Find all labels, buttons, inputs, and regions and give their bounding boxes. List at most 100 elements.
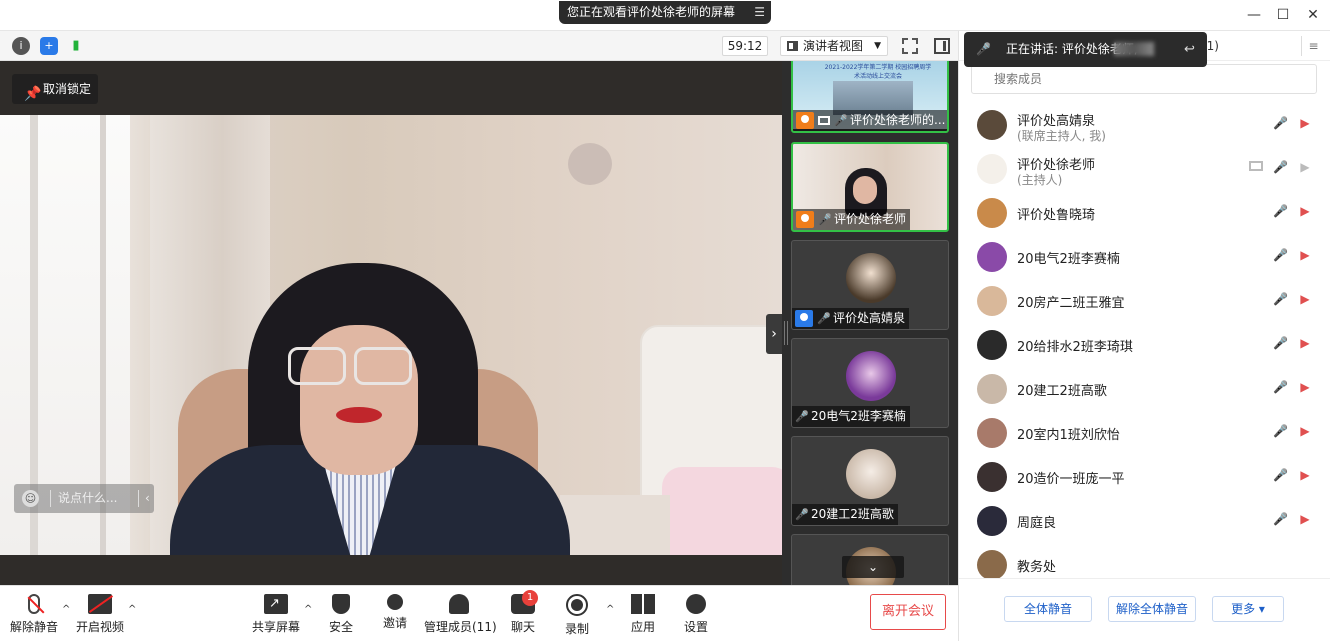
view-mode-select[interactable]: 演讲者视图 ▼ (780, 36, 888, 56)
panel-menu-icon[interactable]: ≡ (1301, 36, 1325, 56)
fullscreen-icon[interactable] (902, 38, 918, 54)
collapse-gallery-icon[interactable]: › (766, 314, 782, 354)
camera-off-icon[interactable]: ▶ (1297, 468, 1313, 482)
member-row[interactable]: 20建工2班高歌 🎤 ▶ (959, 367, 1330, 411)
collapse-chat-icon[interactable]: ‹ (145, 484, 150, 513)
divider (50, 490, 51, 507)
unmute-all-button[interactable]: 解除全体静音 (1108, 596, 1196, 622)
camera-off-icon (88, 594, 112, 614)
info-icon[interactable]: i (12, 37, 30, 55)
maximize-button[interactable]: ☐ (1273, 6, 1293, 24)
meeting-window: 您正在观看评价处徐老师的屏幕 ☰ — ☐ ✕ i + ▮ 59:12 演讲者视图… (0, 0, 1330, 641)
avatar (977, 154, 1007, 184)
gallery-tile[interactable]: 🎤 20电气2班李赛楠 (791, 338, 949, 428)
avatar (846, 351, 896, 401)
camera-off-icon[interactable]: ▶ (1297, 424, 1313, 438)
share-options-chevron-icon[interactable]: ^ (304, 604, 312, 615)
view-mode-label: 演讲者视图 (803, 39, 864, 53)
member-row[interactable]: 教务处 (959, 543, 1330, 578)
invite-button[interactable]: 邀请 (380, 586, 410, 641)
signal-icon[interactable]: ▮ (67, 37, 85, 55)
gallery-resize-handle[interactable] (784, 321, 788, 345)
member-row[interactable]: 评价处徐老师 (主持人) 🎤 ▶ (959, 147, 1330, 191)
member-search-input[interactable] (971, 64, 1317, 94)
tile-name-bar: 🎤 20电气2班李赛楠 (792, 406, 910, 427)
share-screen-button[interactable]: 共享屏幕 (252, 586, 300, 641)
camera-off-icon[interactable]: ▶ (1297, 204, 1313, 218)
reply-icon[interactable]: ↩ (1184, 32, 1195, 67)
record-label: 录制 (564, 622, 589, 636)
mic-on-icon: 🎤 (818, 213, 832, 226)
mic-muted-icon: 🎤 (795, 508, 809, 521)
tile-name-bar: 🎤 评价处徐老师 (793, 209, 911, 230)
mic-muted-icon[interactable]: 🎤 (1273, 512, 1288, 526)
camera-off-icon[interactable]: ▶ (1297, 292, 1313, 306)
camera-off-icon[interactable]: ▶ (1297, 336, 1313, 350)
member-row[interactable]: 周庭良 🎤 ▶ (959, 499, 1330, 543)
avatar (977, 506, 1007, 536)
banner-menu-icon[interactable]: ☰ (754, 1, 765, 24)
share-banner[interactable]: 您正在观看评价处徐老师的屏幕 ☰ (559, 1, 771, 24)
manage-members-button[interactable]: 管理成员(11) (424, 586, 497, 641)
camera-off-icon[interactable]: ▶ (1297, 512, 1313, 526)
gallery-tile[interactable]: 2021-2022学年第二学期 校园招聘周学术活动线上交流会 🎤 评价处徐老师的.… (791, 61, 949, 133)
record-button[interactable]: 录制 (562, 586, 592, 641)
member-row[interactable]: 20给排水2班李琦琪 🎤 ▶ (959, 323, 1330, 367)
panel-footer: 全体静音 解除全体静音 更多 ▾ (959, 578, 1330, 641)
unmute-button[interactable]: 解除静音 (10, 586, 58, 641)
mic-muted-icon: 🎤 (976, 42, 991, 56)
camera-off-icon[interactable]: ▶ (1297, 380, 1313, 394)
mic-muted-icon[interactable]: 🎤 (1273, 116, 1288, 130)
mic-muted-icon[interactable]: 🎤 (1273, 380, 1288, 394)
mic-muted-icon[interactable]: 🎤 (1273, 468, 1288, 482)
member-row[interactable]: 评价处高婧泉 (联席主持人, 我) 🎤 ▶ (959, 103, 1330, 147)
mic-muted-icon[interactable]: 🎤 (1273, 336, 1288, 350)
video-pillow (662, 467, 782, 555)
video-gallery: 2021-2022学年第二学期 校园招聘周学术活动线上交流会 🎤 评价处徐老师的.… (782, 61, 958, 585)
security-label: 安全 (328, 620, 353, 634)
gallery-tile[interactable]: 🎤 评价处徐老师 (791, 142, 949, 232)
leave-meeting-button[interactable]: 离开会议 (870, 594, 946, 630)
screen-share-icon (1249, 161, 1263, 171)
gallery-tile[interactable]: 🎤 评价处高婧泉 (791, 240, 949, 330)
audio-options-chevron-icon[interactable]: ^ (62, 604, 70, 615)
member-row[interactable]: 评价处鲁晓琦 🎤 ▶ (959, 191, 1330, 235)
member-role: (主持人) (1017, 173, 1063, 187)
quick-chat-input[interactable]: ☺ 说点什么... ‹ (14, 484, 154, 513)
mic-muted-icon[interactable]: 🎤 (1273, 248, 1288, 262)
member-row[interactable]: 20房产二班王雅宜 🎤 ▶ (959, 279, 1330, 323)
camera-off-icon[interactable]: ▶ (1297, 116, 1313, 130)
apps-button[interactable]: 应用 (628, 586, 658, 641)
security-button[interactable]: 安全 (326, 586, 356, 641)
sidebar-toggle-icon[interactable] (934, 38, 950, 54)
member-row[interactable]: 20造价一班庞一平 🎤 ▶ (959, 455, 1330, 499)
gallery-tile[interactable]: 🎤 20建工2班高歌 (791, 436, 949, 526)
avatar (977, 462, 1007, 492)
member-name: 教务处 (1017, 560, 1057, 575)
gallery-scroll-down-icon[interactable]: ⌄ (842, 556, 904, 578)
chat-unread-badge: 1 (522, 590, 538, 606)
member-row[interactable]: 20室内1班刘欣怡 🎤 ▶ (959, 411, 1330, 455)
tile-name-bar: 🎤 评价处徐老师的... (793, 110, 947, 131)
camera-off-icon[interactable]: ▶ (1297, 248, 1313, 262)
video-options-chevron-icon[interactable]: ^ (128, 604, 136, 615)
camera-icon[interactable]: ▶ (1297, 160, 1313, 174)
minimize-button[interactable]: — (1244, 6, 1264, 24)
thumbnail-face (853, 176, 877, 204)
mute-all-button[interactable]: 全体静音 (1004, 596, 1092, 622)
tile-name-bar: 🎤 20建工2班高歌 (792, 504, 898, 525)
security-shield-icon[interactable]: + (40, 37, 58, 55)
more-button[interactable]: 更多 ▾ (1212, 596, 1284, 622)
start-video-button[interactable]: 开启视频 (76, 586, 124, 641)
mic-icon[interactable]: 🎤 (1273, 160, 1288, 174)
settings-button[interactable]: 设置 (681, 586, 711, 641)
mic-icon[interactable]: 🎤 (1273, 204, 1288, 218)
mic-muted-icon[interactable]: 🎤 (1273, 424, 1288, 438)
emoji-icon[interactable]: ☺ (22, 490, 39, 507)
unpin-video-button[interactable]: 📌 取消锁定 (12, 74, 98, 104)
avatar (977, 110, 1007, 140)
mic-muted-icon[interactable]: 🎤 (1273, 292, 1288, 306)
close-button[interactable]: ✕ (1303, 6, 1323, 24)
member-row[interactable]: 20电气2班李赛楠 🎤 ▶ (959, 235, 1330, 279)
record-options-chevron-icon[interactable]: ^ (606, 604, 614, 615)
